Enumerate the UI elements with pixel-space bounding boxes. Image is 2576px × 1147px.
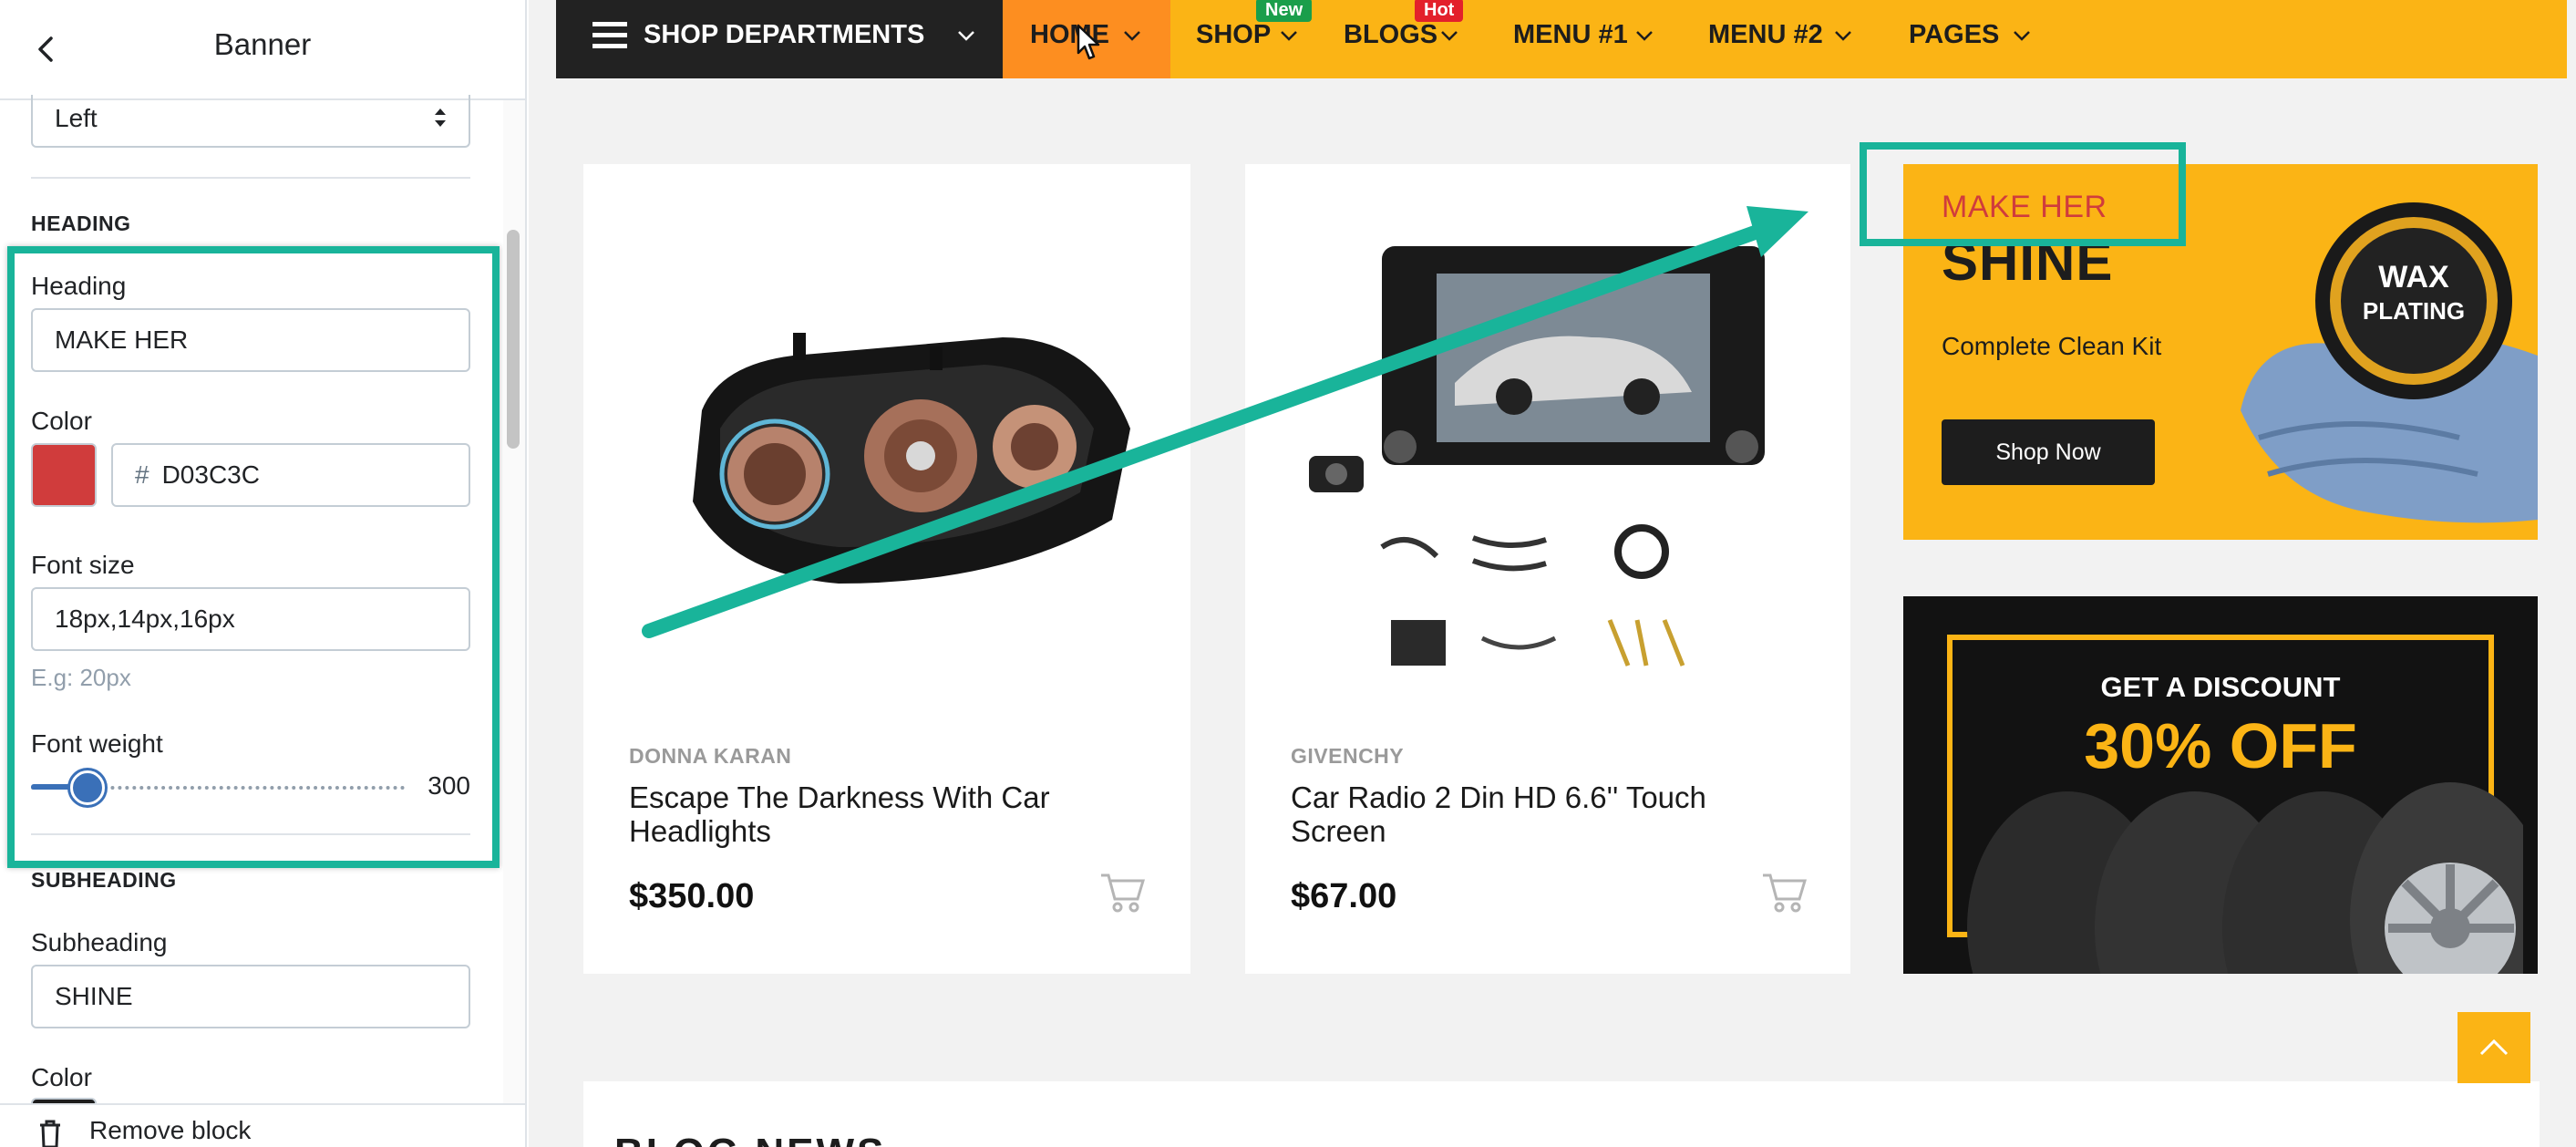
heading-color-swatch[interactable] [31,443,97,507]
shop-departments-button[interactable]: SHOP DEPARTMENTS [556,0,1003,78]
remove-block-button[interactable]: Remove block [89,1116,251,1145]
cart-icon[interactable] [1761,870,1808,914]
nav-item-label: BLOGS [1344,20,1438,49]
heading-section-label: HEADING [31,212,131,235]
editor-panel: Banner Left HEADING Heading MAKE HER Col… [0,0,527,1147]
product-brand: DONNA KARAN [629,744,792,768]
mouse-cursor-icon [1077,24,1100,60]
blog-heading: BLOG NEWS [614,1131,886,1147]
divider [31,177,470,179]
alignment-select-value: Left [55,104,98,132]
select-arrows-icon [435,108,446,127]
panel-scroll-thumb[interactable] [507,230,520,449]
wax-label: WAX [2378,260,2449,294]
trash-icon[interactable] [36,1118,64,1147]
preview-scrollbar[interactable] [2569,0,2576,1147]
heading-color-label: Color [31,407,92,435]
nav-item-label: PAGES [1909,20,2000,49]
subheading-field-label: Subheading [31,928,168,956]
heading-color-hex-input[interactable]: # D03C3C [111,443,470,507]
font-size-label: Font size [31,551,135,579]
panel-footer: Remove block [0,1103,525,1147]
heading-input[interactable]: MAKE HER [31,308,470,372]
car-radio-image[interactable] [1282,201,1810,711]
product-price: $67.00 [1291,877,1397,915]
product-card[interactable]: DONNA KARAN Escape The Darkness With Car… [583,164,1190,974]
store-preview: SHOP DEPARTMENTS HOME SHOP New BLOGS Hot… [529,0,2576,1147]
chevron-down-icon [1441,31,1458,41]
discount-title: GET A DISCOUNT [2100,671,2341,703]
product-price: $350.00 [629,877,755,915]
font-size-help-text: E.g: 20px [31,664,131,691]
nav-item-label: MENU #2 [1708,20,1823,49]
chevron-down-icon [1281,31,1297,41]
scroll-to-top-button[interactable] [2458,1012,2530,1083]
product-card[interactable]: GIVENCHY Car Radio 2 Din HD 6.6'' Touch … [1245,164,1850,974]
product-title[interactable]: Escape The Darkness With Car Headlights [629,780,1139,848]
chevron-down-icon [1124,31,1140,41]
font-weight-value: 300 [428,771,470,800]
alignment-select[interactable]: Left [31,95,470,148]
subheading-input[interactable]: SHINE [31,965,470,1028]
subheading-section-label: SUBHEADING [31,868,177,892]
nav-item-shop[interactable]: SHOP New [1196,0,1314,78]
banner-subheading: SHINE [1942,231,2114,292]
chevron-down-icon [2014,31,2030,41]
plating-label: PLATING [2363,297,2465,325]
nav-item-menu-2[interactable]: MENU #2 [1708,0,1858,78]
product-title[interactable]: Car Radio 2 Din HD 6.6'' Touch Screen [1291,780,1801,848]
discount-banner[interactable]: GET A DISCOUNT 30% OFF [1903,596,2538,974]
tires-image [1967,782,2523,974]
badge-hot: Hot [1415,0,1464,22]
chevron-down-icon [958,31,974,41]
cart-icon[interactable] [1099,870,1147,914]
heading-color-hex-value: D03C3C [161,460,260,489]
chevron-down-icon [1835,31,1851,41]
shop-now-button[interactable]: Shop Now [1942,419,2155,485]
headlight-image[interactable] [620,201,1149,711]
panel-title: Banner [213,27,312,61]
shop-departments-label: SHOP DEPARTMENTS [644,20,925,49]
panel-scrollbar[interactable] [503,100,525,1103]
slider-thumb[interactable] [69,770,105,805]
font-weight-slider[interactable] [31,770,408,806]
badge-new: New [1256,0,1313,22]
hex-hash: # [135,460,149,489]
chevron-up-icon [2479,1038,2509,1056]
wax-product-image: WAX PLATING [2241,202,2538,523]
nav-item-menu-1[interactable]: MENU #1 [1513,0,1659,78]
product-brand: GIVENCHY [1291,744,1405,768]
banner-text: Complete Clean Kit [1942,332,2162,360]
font-size-input[interactable]: 18px,14px,16px [31,587,470,651]
blog-section: BLOG NEWS [583,1081,2540,1147]
main-navigation: SHOP DEPARTMENTS HOME SHOP New BLOGS Hot… [556,0,2567,78]
hamburger-menu-icon [592,22,627,48]
divider [31,833,470,835]
nav-item-label: SHOP [1196,20,1272,49]
nav-item-label: MENU #1 [1513,20,1628,49]
chevron-down-icon [1636,31,1653,41]
heading-field-label: Heading [31,272,127,300]
subheading-color-label: Color [31,1063,92,1091]
promo-banner[interactable]: MAKE HER SHINE Complete Clean Kit Shop N… [1903,164,2538,540]
nav-item-pages[interactable]: PAGES [1909,0,2045,78]
discount-amount: 30% OFF [2084,710,2357,781]
font-weight-label: Font weight [31,729,163,758]
banner-heading: MAKE HER [1942,190,2107,224]
nav-item-blogs[interactable]: BLOGS Hot [1344,0,1471,78]
panel-header: Banner [0,0,525,100]
